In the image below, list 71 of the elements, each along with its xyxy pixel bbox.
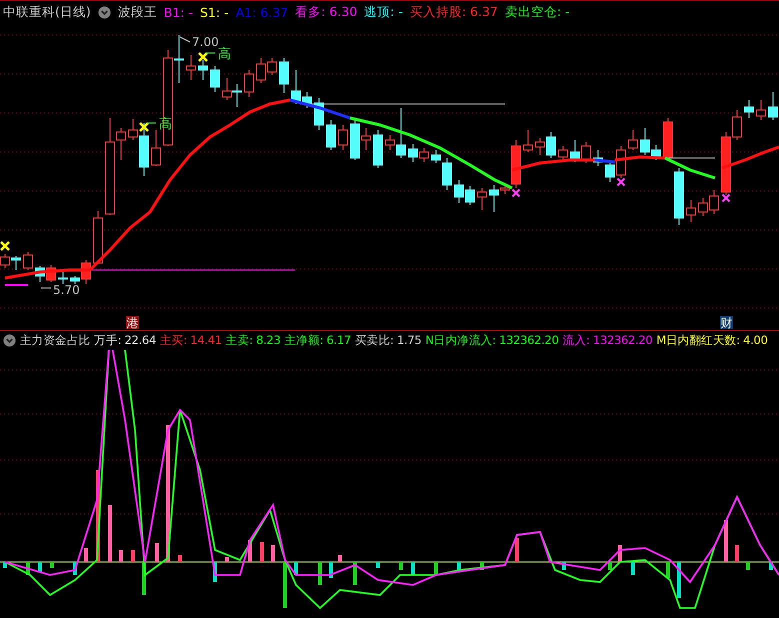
candlestick bbox=[454, 180, 464, 204]
indicator-value: 主买: 14.41 bbox=[160, 333, 222, 348]
legend-line bbox=[5, 284, 28, 286]
candlestick bbox=[373, 130, 383, 168]
leader-line bbox=[180, 36, 190, 42]
candlestick bbox=[686, 200, 696, 222]
candlestick bbox=[151, 130, 161, 166]
candlestick bbox=[11, 256, 21, 270]
indicator-value: A1: 6.37 bbox=[236, 5, 288, 20]
indicator-value: N日内净流入: 132362.20 bbox=[425, 333, 559, 348]
indicator-value: 流入: 132362.20 bbox=[562, 333, 652, 348]
candlestick bbox=[663, 118, 673, 160]
candlestick bbox=[756, 100, 766, 120]
signal-label: 高 bbox=[218, 47, 231, 62]
cross-icon bbox=[198, 52, 208, 62]
indicator-value: 万手: 22.64 bbox=[94, 333, 156, 348]
indicator-value: 看多: 6.30 bbox=[295, 4, 358, 21]
indicator-value: 逃顶: - bbox=[364, 4, 403, 21]
candlestick bbox=[222, 78, 232, 100]
candlestick bbox=[93, 210, 103, 264]
indicator-name: 波段王 bbox=[118, 4, 157, 21]
cross-icon bbox=[0, 240, 10, 252]
candlestick bbox=[232, 84, 242, 108]
high-price-label: 7.00 bbox=[192, 35, 219, 49]
candlestick bbox=[558, 146, 568, 160]
candlestick bbox=[465, 186, 475, 206]
marker-badge: 港 bbox=[126, 316, 139, 330]
candlestick bbox=[674, 168, 684, 226]
indicator-value: 买入持股: 6.37 bbox=[410, 4, 498, 21]
candlestick bbox=[408, 144, 418, 162]
candlestick bbox=[198, 60, 208, 80]
candlestick bbox=[581, 142, 591, 164]
indicator-value: 卖出空仓: - bbox=[504, 4, 570, 21]
candlestick bbox=[523, 130, 533, 152]
candlestick bbox=[210, 66, 220, 92]
indicator-value: M日内翻红天数: 4.00 bbox=[656, 333, 768, 348]
candlestick bbox=[744, 100, 754, 118]
indicator-value: B1: - bbox=[164, 5, 193, 20]
low-price-label: 5.70 bbox=[53, 283, 80, 297]
leader-line bbox=[146, 122, 156, 124]
cross-icon bbox=[616, 178, 626, 186]
candlestick bbox=[279, 58, 289, 94]
candlestick bbox=[186, 54, 196, 80]
candlestick bbox=[628, 130, 638, 150]
dropdown-icon[interactable] bbox=[3, 334, 16, 347]
indicator-value: 主卖: 8.23 bbox=[226, 333, 280, 348]
leader-line bbox=[206, 52, 216, 54]
candlestick bbox=[244, 70, 254, 98]
indicator-value: S1: - bbox=[200, 5, 229, 20]
stock-title: 中联重科(日线) bbox=[3, 4, 91, 21]
dropdown-icon[interactable] bbox=[98, 6, 111, 19]
candlestick bbox=[593, 150, 603, 166]
cross-icon bbox=[512, 188, 520, 198]
indicator-value: 主净额: 6.17 bbox=[284, 333, 351, 348]
candlestick bbox=[768, 92, 778, 120]
candlestick bbox=[698, 198, 708, 216]
candlestick bbox=[314, 98, 324, 130]
candlestick bbox=[419, 148, 429, 162]
indicator-name: 主力资金占比 bbox=[20, 333, 90, 348]
marker-badge: 财 bbox=[720, 316, 733, 330]
candlestick bbox=[477, 188, 487, 210]
candlestick bbox=[338, 124, 348, 150]
candlestick bbox=[570, 140, 580, 162]
candlestick bbox=[35, 266, 45, 282]
candlestick bbox=[709, 190, 719, 214]
indicator-value: 买卖比: 1.75 bbox=[354, 333, 422, 348]
candlestick bbox=[23, 252, 33, 270]
candlestick bbox=[326, 120, 336, 150]
cross-icon bbox=[722, 194, 730, 202]
candlestick bbox=[58, 272, 68, 284]
cross-icon bbox=[138, 122, 150, 132]
